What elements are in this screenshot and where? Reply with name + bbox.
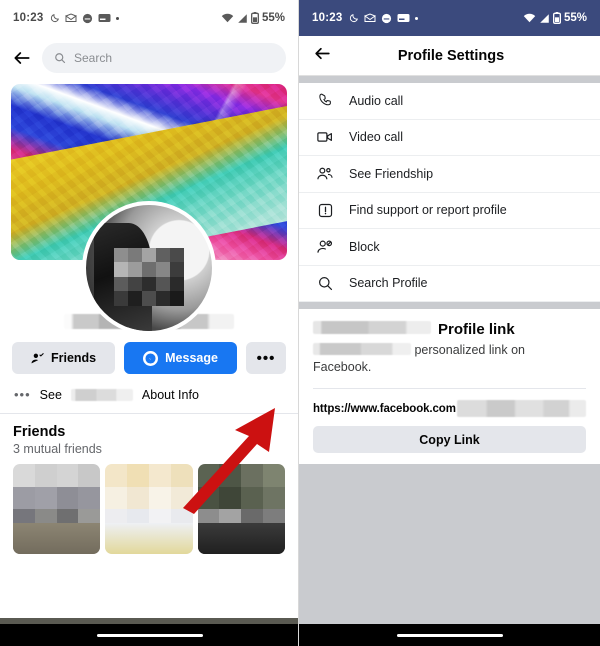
search-placeholder: Search [74, 51, 113, 65]
profile-link-description: personalized link on Facebook. [313, 342, 586, 376]
home-indicator[interactable] [396, 633, 503, 637]
status-bar-right: 10:23 55% [299, 0, 600, 36]
people-icon [315, 165, 335, 183]
three-dots-icon: ••• [14, 387, 31, 402]
menu-item-block[interactable]: Block [299, 229, 600, 266]
section-separator [299, 76, 600, 83]
profile-settings-menu: Audio call Video call See Friendship Fin… [299, 83, 600, 302]
home-indicator[interactable] [96, 633, 203, 637]
copy-link-button[interactable]: Copy Link [313, 426, 586, 453]
friends-section: Friends 3 mutual friends [0, 414, 298, 554]
menu-item-find-support[interactable]: Find support or report profile [299, 193, 600, 229]
friends-thumbnail-grid [13, 464, 285, 554]
card-icon [397, 13, 410, 23]
menu-item-audio-call[interactable]: Audio call [299, 83, 600, 120]
search-icon [55, 53, 66, 64]
friend-card[interactable] [197, 464, 285, 554]
battery-icon [552, 12, 561, 24]
message-button[interactable]: Message [124, 342, 237, 374]
friend-photo-lower [197, 523, 285, 554]
menu-item-search-profile[interactable]: Search Profile [299, 266, 600, 302]
card-icon [98, 13, 111, 23]
menu-item-video-call[interactable]: Video call [299, 120, 600, 156]
see-about-info-row[interactable]: ••• See About Info [0, 374, 298, 414]
profile-link-name-blurred [313, 321, 431, 334]
about-name-blurred [70, 388, 133, 401]
video-camera-icon [315, 128, 335, 146]
status-system-icons: 55% [523, 12, 587, 24]
search-icon [315, 275, 335, 292]
profile-cover-area [0, 80, 298, 335]
menu-item-label: Video call [349, 130, 403, 145]
message-button-label: Message [165, 351, 218, 365]
status-bar-left: 10:23 55% [0, 0, 298, 36]
moon-icon [50, 13, 60, 23]
dual-screenshot-container: 10:23 55% Search Friends Message ••• •••… [0, 0, 600, 646]
friend-card[interactable] [105, 464, 193, 554]
chat-face-icon [381, 13, 392, 24]
battery-icon [250, 12, 259, 24]
friends-button-label: Friends [50, 351, 97, 365]
report-icon [315, 202, 335, 219]
about-prefix: See [39, 387, 62, 402]
signal-icon [237, 13, 248, 24]
status-time: 10:23 [13, 12, 44, 24]
battery-percent: 55% [563, 12, 587, 24]
search-header: Search [0, 36, 298, 80]
menu-item-label: Find support or report profile [349, 203, 507, 218]
status-time: 10:23 [312, 12, 343, 24]
profile-link-username-blurred [456, 400, 586, 417]
back-arrow-icon[interactable] [12, 48, 32, 68]
block-user-icon [315, 238, 335, 256]
profile-link-title: Profile link [438, 321, 515, 338]
battery-percent: 55% [261, 12, 285, 24]
menu-item-label: Audio call [349, 93, 404, 108]
phone-icon [315, 92, 335, 109]
friend-card[interactable] [13, 464, 101, 554]
envelope-icon [65, 13, 77, 23]
menu-item-label: Block [349, 239, 380, 254]
friend-photo-lower [13, 523, 101, 554]
menu-item-label: See Friendship [349, 166, 434, 181]
status-system-icons: 55% [221, 12, 285, 24]
back-arrow-icon[interactable] [313, 44, 332, 68]
about-suffix: About Info [141, 387, 199, 402]
profile-link-url-row[interactable]: https://www.facebook.com [313, 389, 586, 426]
profile-link-url: https://www.facebook.com [313, 402, 456, 415]
section-separator [299, 302, 600, 309]
system-navigation-bar [299, 624, 600, 646]
chat-face-icon [82, 13, 93, 24]
friend-check-icon [31, 352, 44, 363]
settings-header: Profile Settings [299, 36, 600, 76]
friends-section-title: Friends [13, 424, 66, 440]
page-title: Profile Settings [397, 47, 505, 64]
profile-link-card: Profile link personalized link on Facebo… [299, 309, 600, 464]
friend-photo-lower [105, 523, 193, 554]
envelope-icon [364, 13, 376, 23]
status-notification-icons [349, 13, 523, 24]
moon-icon [349, 13, 359, 23]
empty-area [299, 464, 600, 624]
signal-icon [539, 13, 550, 24]
more-options-button[interactable]: ••• [246, 342, 286, 374]
dot-icon [415, 16, 419, 20]
search-input[interactable]: Search [42, 43, 286, 73]
friends-button[interactable]: Friends [12, 342, 116, 374]
avatar-blur-overlay [113, 247, 185, 306]
right-phone-screen: 10:23 55% Profile Settings Audio call Vi… [299, 0, 600, 646]
status-notification-icons [50, 13, 221, 24]
menu-item-label: Search Profile [349, 276, 428, 291]
menu-item-see-friendship[interactable]: See Friendship [299, 156, 600, 193]
friends-mutual-count: 3 mutual friends [13, 442, 102, 456]
system-navigation-bar [0, 624, 298, 646]
wifi-icon [523, 13, 536, 24]
left-phone-screen: 10:23 55% Search Friends Message ••• •••… [0, 0, 299, 646]
profile-action-buttons: Friends Message ••• [0, 329, 298, 374]
profile-link-desc-blurred [313, 343, 411, 355]
dot-icon [116, 16, 120, 20]
wifi-icon [221, 13, 234, 24]
avatar[interactable] [82, 201, 216, 335]
profile-link-heading-row: Profile link [313, 321, 586, 338]
messenger-icon [143, 350, 159, 366]
